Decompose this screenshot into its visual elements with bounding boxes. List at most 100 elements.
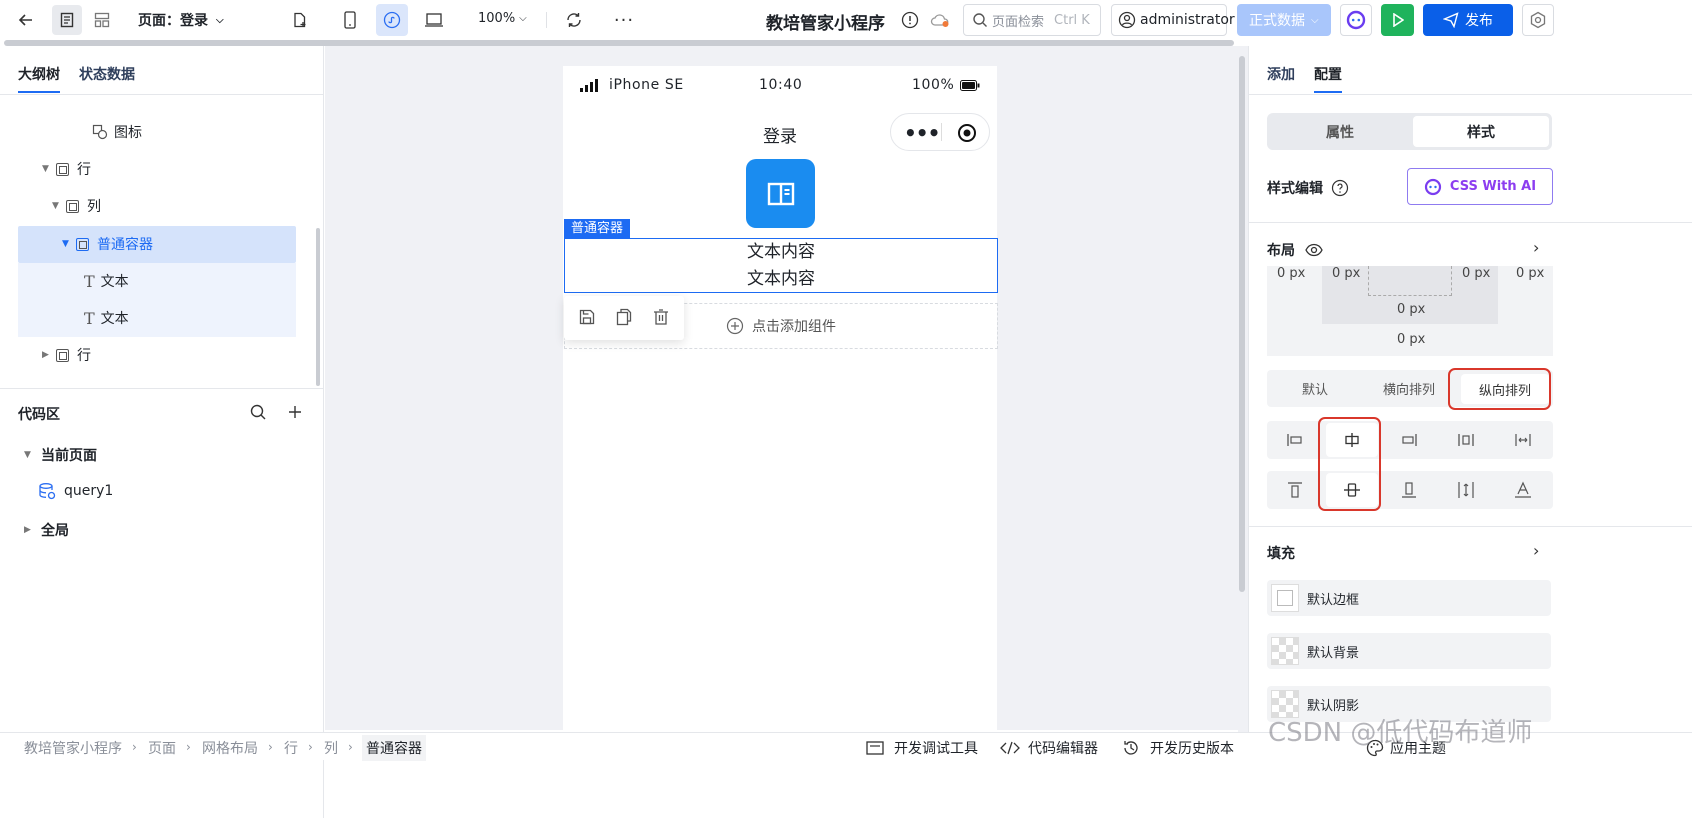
publish-button[interactable]: 发布 bbox=[1423, 4, 1513, 36]
search-icon bbox=[972, 12, 988, 28]
global-group[interactable]: ▶ 全局 bbox=[24, 520, 69, 540]
tree-item-icon[interactable]: 图标 bbox=[92, 114, 142, 150]
direction-default[interactable]: 默认 bbox=[1270, 373, 1360, 404]
fill-item-label: 默认边框 bbox=[1307, 592, 1360, 608]
add-icon[interactable] bbox=[287, 403, 303, 421]
tree-item-row[interactable]: ▶ 行 bbox=[42, 337, 91, 373]
miniprogram-view-icon[interactable] bbox=[376, 4, 408, 36]
breadcrumb-current[interactable]: 普通容器 bbox=[362, 735, 426, 761]
app-logo[interactable] bbox=[746, 159, 815, 228]
canvas-scrollbar[interactable] bbox=[1239, 56, 1245, 592]
delete-icon[interactable] bbox=[652, 308, 670, 326]
page-selector[interactable]: 页面：登录 ⌵ bbox=[138, 10, 224, 30]
user-menu[interactable]: administrator bbox=[1111, 4, 1235, 36]
fill-item-border[interactable]: 默认边框 bbox=[1267, 580, 1551, 616]
text-baseline-icon[interactable] bbox=[1497, 473, 1549, 507]
history-button[interactable]: 开发历史版本 bbox=[1122, 738, 1234, 758]
zoom-selector[interactable]: 100% ⌵ bbox=[478, 11, 527, 26]
fill-item-label: 默认阴影 bbox=[1307, 698, 1360, 714]
more-icon[interactable]: ··· bbox=[612, 8, 636, 32]
tree-item-label: 普通容器 bbox=[97, 237, 153, 253]
vspace-icon[interactable] bbox=[1440, 473, 1492, 507]
css-ai-label: CSS With AI bbox=[1449, 179, 1537, 194]
current-page-group[interactable]: ▼ 当前页面 bbox=[24, 445, 97, 465]
dev-tools-button[interactable]: 开发调试工具 bbox=[866, 738, 978, 758]
breadcrumb-item[interactable]: 教培管家小程序 bbox=[24, 738, 122, 758]
segment-properties[interactable]: 属性 bbox=[1270, 116, 1410, 147]
space-between-icon[interactable] bbox=[1497, 423, 1549, 457]
layout-section-header[interactable]: 布局 bbox=[1267, 240, 1323, 260]
align-start-icon[interactable] bbox=[1269, 423, 1321, 457]
info-icon[interactable] bbox=[898, 8, 922, 32]
breadcrumb-item[interactable]: 网格布局 bbox=[202, 738, 258, 758]
capsule-menu[interactable]: ••• bbox=[890, 113, 990, 151]
valign-bottom-icon[interactable] bbox=[1383, 473, 1435, 507]
padding-left-value[interactable]: 0 px bbox=[1332, 266, 1360, 281]
chevron-down-icon: ⌵ bbox=[1311, 14, 1319, 26]
tree-item-text[interactable]: T 文本 bbox=[84, 300, 129, 336]
page-icon[interactable] bbox=[52, 5, 82, 35]
query-item[interactable]: query1 bbox=[38, 482, 113, 500]
segment-style[interactable]: 样式 bbox=[1413, 116, 1549, 147]
layout-icon[interactable] bbox=[90, 8, 114, 32]
space-around-icon[interactable] bbox=[1440, 423, 1492, 457]
tab-outline[interactable]: 大纲树 bbox=[18, 64, 60, 84]
tree-item-text[interactable]: T 文本 bbox=[84, 263, 129, 299]
margin-right-value[interactable]: 0 px bbox=[1516, 266, 1544, 281]
chevron-right-icon[interactable]: › bbox=[1533, 238, 1539, 257]
fill-item-background[interactable]: 默认背景 bbox=[1267, 633, 1551, 669]
run-preview-button[interactable] bbox=[1381, 4, 1414, 36]
padding-bottom-value[interactable]: 0 px bbox=[1397, 302, 1425, 317]
help-icon[interactable] bbox=[1331, 179, 1349, 197]
breadcrumb-item[interactable]: 页面 bbox=[148, 738, 176, 758]
padding-right-value[interactable]: 0 px bbox=[1462, 266, 1490, 281]
tab-config[interactable]: 配置 bbox=[1314, 64, 1342, 84]
copy-icon[interactable] bbox=[615, 308, 633, 326]
text-t-icon: T bbox=[84, 308, 95, 328]
page-search-input[interactable]: 页面检索 Ctrl K bbox=[963, 4, 1101, 36]
tree-item-label: 行 bbox=[77, 348, 91, 364]
mobile-view-icon[interactable] bbox=[338, 8, 362, 32]
selected-container[interactable]: 文本内容 文本内容 bbox=[564, 238, 998, 293]
new-page-icon[interactable] bbox=[288, 8, 312, 32]
css-with-ai-button[interactable]: CSS With AI bbox=[1407, 168, 1553, 205]
back-arrow-icon[interactable] bbox=[14, 8, 38, 32]
ai-assistant-button[interactable] bbox=[1340, 4, 1372, 36]
search-icon[interactable] bbox=[249, 403, 267, 421]
more-dots-icon[interactable]: ••• bbox=[904, 121, 940, 145]
refresh-icon[interactable] bbox=[562, 8, 586, 32]
chevron-right-icon[interactable]: › bbox=[1533, 541, 1539, 560]
margin-bottom-value[interactable]: 0 px bbox=[1397, 332, 1425, 347]
tree-item-container[interactable]: ▼ 普通容器 bbox=[62, 226, 153, 262]
breadcrumb-item[interactable]: 列 bbox=[324, 738, 338, 758]
tree-scrollbar[interactable] bbox=[316, 228, 320, 386]
tree-item-row[interactable]: ▼ 行 bbox=[42, 151, 91, 187]
tab-state-data[interactable]: 状态数据 bbox=[79, 64, 135, 84]
breadcrumb-item[interactable]: 行 bbox=[284, 738, 298, 758]
code-icon bbox=[1000, 741, 1020, 755]
direction-horizontal[interactable]: 横向排列 bbox=[1362, 373, 1456, 404]
code-editor-button[interactable]: 代码编辑器 bbox=[1000, 738, 1098, 758]
fill-section-header[interactable]: 填充 bbox=[1267, 543, 1295, 563]
margin-left-value[interactable]: 0 px bbox=[1277, 266, 1305, 281]
settings-button[interactable] bbox=[1522, 4, 1554, 36]
breadcrumb-separator-icon: › bbox=[268, 740, 273, 754]
env-selector[interactable]: 正式数据 ⌵ bbox=[1237, 4, 1331, 36]
tab-add[interactable]: 添加 bbox=[1267, 64, 1295, 84]
top-toolbar: 页面：登录 ⌵ 100% ⌵ ··· 教培管家小程序 页面检索 Ctrl K a… bbox=[0, 0, 1692, 40]
tree-item-label: 列 bbox=[87, 199, 101, 215]
align-end-icon[interactable] bbox=[1383, 423, 1435, 457]
text-content-2[interactable]: 文本内容 bbox=[565, 266, 997, 292]
save-icon[interactable] bbox=[578, 308, 596, 326]
eye-icon[interactable] bbox=[1305, 243, 1323, 257]
cloud-sync-icon[interactable] bbox=[928, 8, 952, 32]
text-content-1[interactable]: 文本内容 bbox=[565, 239, 997, 265]
search-shortcut: Ctrl K bbox=[1054, 12, 1090, 28]
chevron-down-icon: ⌵ bbox=[519, 13, 527, 24]
desktop-view-icon[interactable] bbox=[422, 8, 446, 32]
valign-top-icon[interactable] bbox=[1269, 473, 1321, 507]
tree-item-column[interactable]: ▼ 列 bbox=[52, 188, 101, 224]
caret-right-icon: ▶ bbox=[42, 350, 49, 360]
close-target-icon[interactable] bbox=[957, 123, 977, 143]
caret-down-icon: ▼ bbox=[42, 164, 49, 174]
